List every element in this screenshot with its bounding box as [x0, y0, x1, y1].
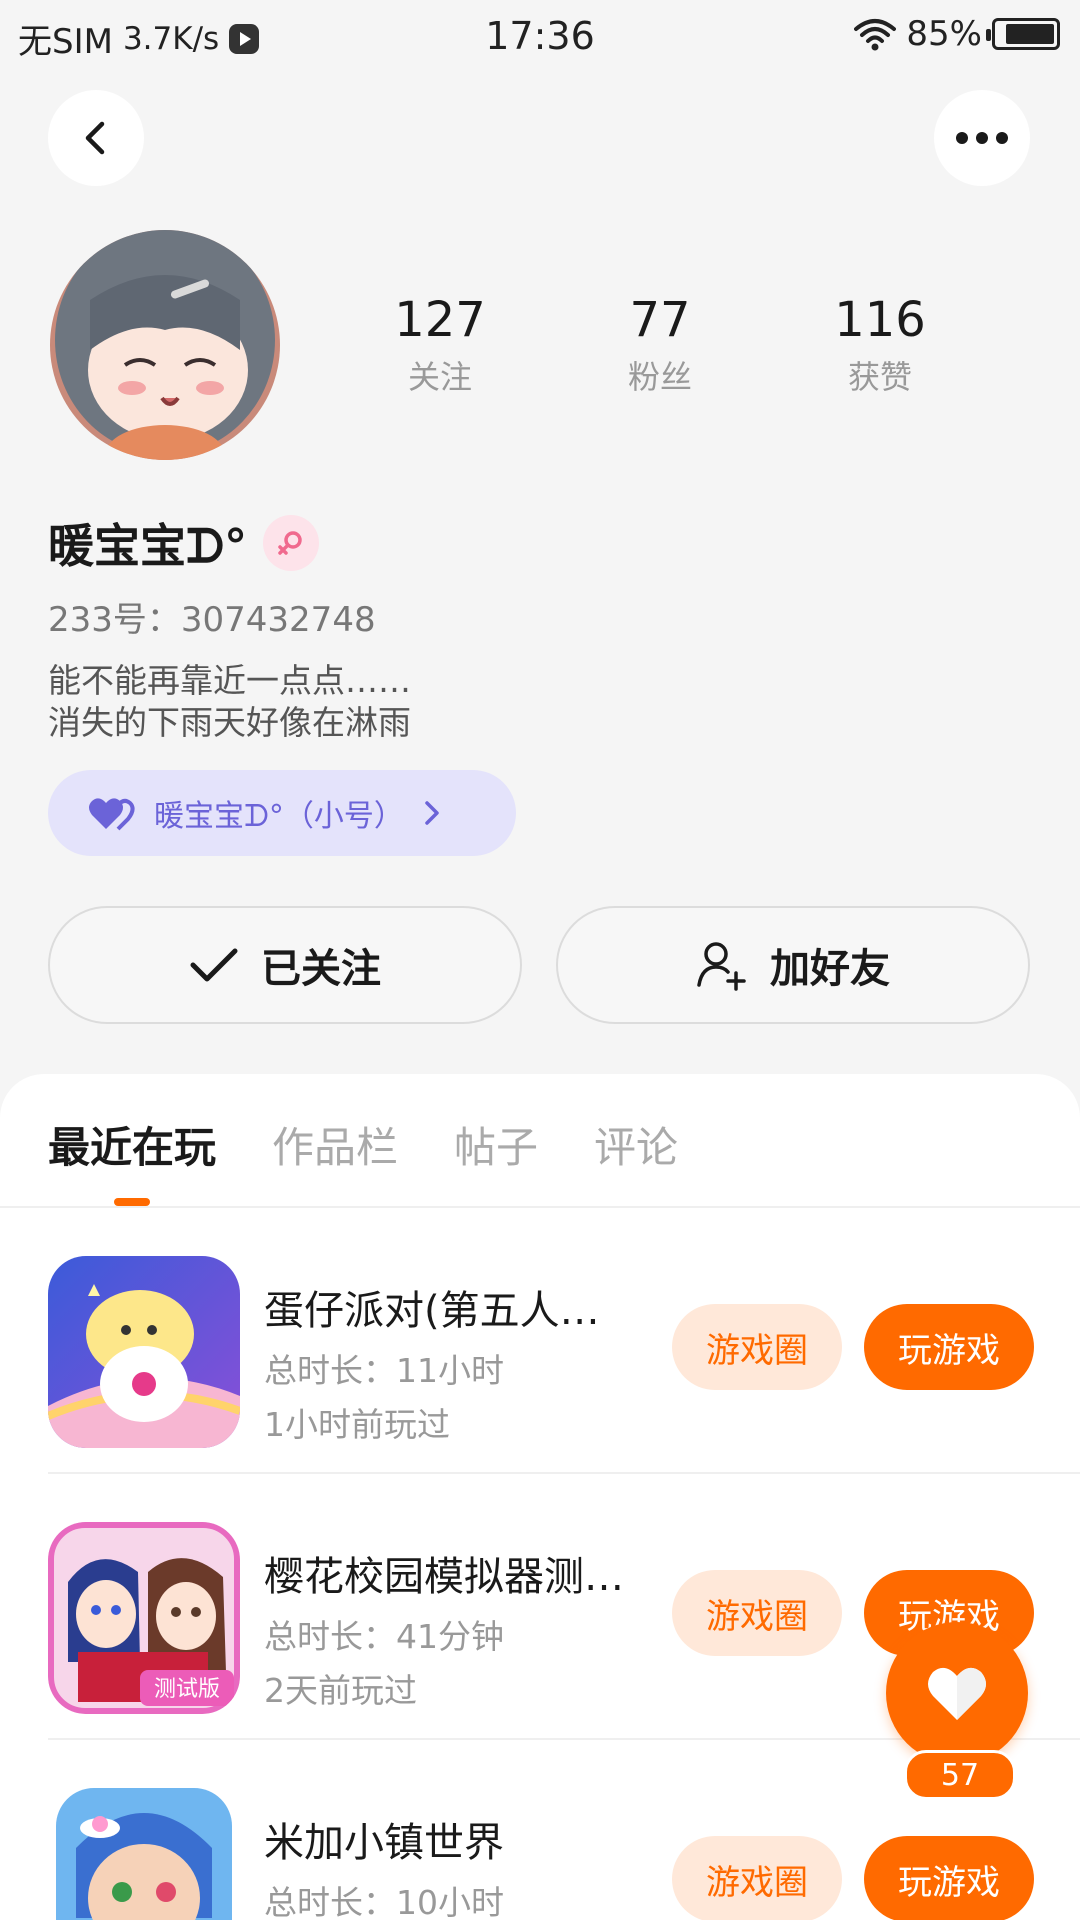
add-user-icon [697, 942, 746, 991]
battery-fill [1006, 24, 1054, 44]
game-circle-button[interactable]: 游戏圈 [672, 1836, 842, 1920]
add-friend-button[interactable]: 加好友 [556, 906, 1030, 1024]
game-circle-button[interactable]: 游戏圈 [672, 1304, 842, 1390]
game-icon: 测试版 [48, 1522, 240, 1714]
profile-tabs: 最近在玩 作品栏 帖子 评论 [48, 1114, 678, 1180]
game-title: 蛋仔派对(第五人… [264, 1288, 600, 1334]
game-icon [48, 1256, 240, 1448]
female-gender-icon [263, 515, 320, 571]
alt-account-name: 暖宝宝ᗪ°（小号） [154, 799, 404, 834]
tab-comments[interactable]: 评论 [594, 1114, 678, 1180]
tab-works[interactable]: 作品栏 [272, 1114, 398, 1180]
battery-percent: 85% [906, 14, 982, 54]
wifi-icon [854, 19, 897, 51]
game-last-played: 1小时前玩过 [264, 1405, 450, 1444]
game-total-time: 总时长：10小时 [264, 1883, 504, 1920]
stat-following[interactable]: 127 关注 [330, 290, 550, 398]
followed-label: 已关注 [261, 946, 381, 992]
game-title: 米加小镇世界 [264, 1820, 504, 1866]
name-row: 暖宝宝ᗪ° [48, 510, 320, 576]
avatar[interactable] [50, 230, 280, 460]
game-last-played: 2天前玩过 [264, 1671, 417, 1710]
game-title: 樱花校园模拟器测… [264, 1554, 624, 1600]
icon-badge-text: 测试版 [154, 1677, 220, 1702]
status-bar: 无SIM 3.7K/s 17:36 85% [0, 0, 1080, 76]
user-bio: 能不能再靠近一点点…… 消失的下雨天好像在淋雨 [48, 661, 411, 742]
chevron-left-icon [85, 121, 105, 155]
stat-value: 116 [834, 292, 926, 348]
avatar-image [50, 230, 280, 460]
user-name: 暖宝宝ᗪ° [48, 519, 248, 573]
stat-label: 关注 [407, 358, 472, 396]
followed-button[interactable]: 已关注 [48, 906, 522, 1024]
add-friend-label: 加好友 [770, 946, 890, 992]
play-game-button[interactable]: 玩游戏 [864, 1304, 1034, 1390]
status-right: 85% [854, 14, 1060, 54]
stat-likes[interactable]: 116 获赞 [770, 290, 990, 398]
game-row[interactable]: 蛋仔派对(第五人… 总时长：11小时 1小时前玩过 游戏圈 玩游戏 [48, 1208, 1080, 1474]
heart-icon [928, 1667, 986, 1720]
game-total-time: 总时长：41分钟 [264, 1617, 504, 1656]
stat-followers[interactable]: 77 粉丝 [550, 290, 770, 398]
stat-value: 127 [394, 292, 486, 348]
like-floating-button[interactable] [886, 1622, 1028, 1764]
linked-hearts-icon [89, 798, 135, 831]
stat-value: 77 [629, 292, 691, 348]
game-icon [56, 1788, 232, 1920]
more-dots-icon [956, 132, 1008, 144]
alt-account-link[interactable]: 暖宝宝ᗪ°（小号） [48, 770, 516, 856]
user-id: 233号：307432748 [48, 600, 376, 640]
tab-recently-played[interactable]: 最近在玩 [48, 1114, 216, 1180]
back-button[interactable] [48, 90, 144, 186]
stat-label: 粉丝 [627, 358, 692, 396]
game-circle-button[interactable]: 游戏圈 [672, 1570, 842, 1656]
more-button[interactable] [934, 90, 1030, 186]
battery-icon [986, 18, 1060, 50]
stat-label: 获赞 [847, 358, 912, 396]
like-count-badge: 57 [904, 1750, 1016, 1800]
tab-posts[interactable]: 帖子 [454, 1114, 538, 1180]
play-game-button[interactable]: 玩游戏 [864, 1836, 1034, 1920]
game-total-time: 总时长：11小时 [264, 1351, 504, 1390]
profile-stats: 127 关注 77 粉丝 116 获赞 [330, 290, 990, 398]
check-icon [190, 948, 238, 982]
chevron-right-icon [425, 801, 439, 825]
